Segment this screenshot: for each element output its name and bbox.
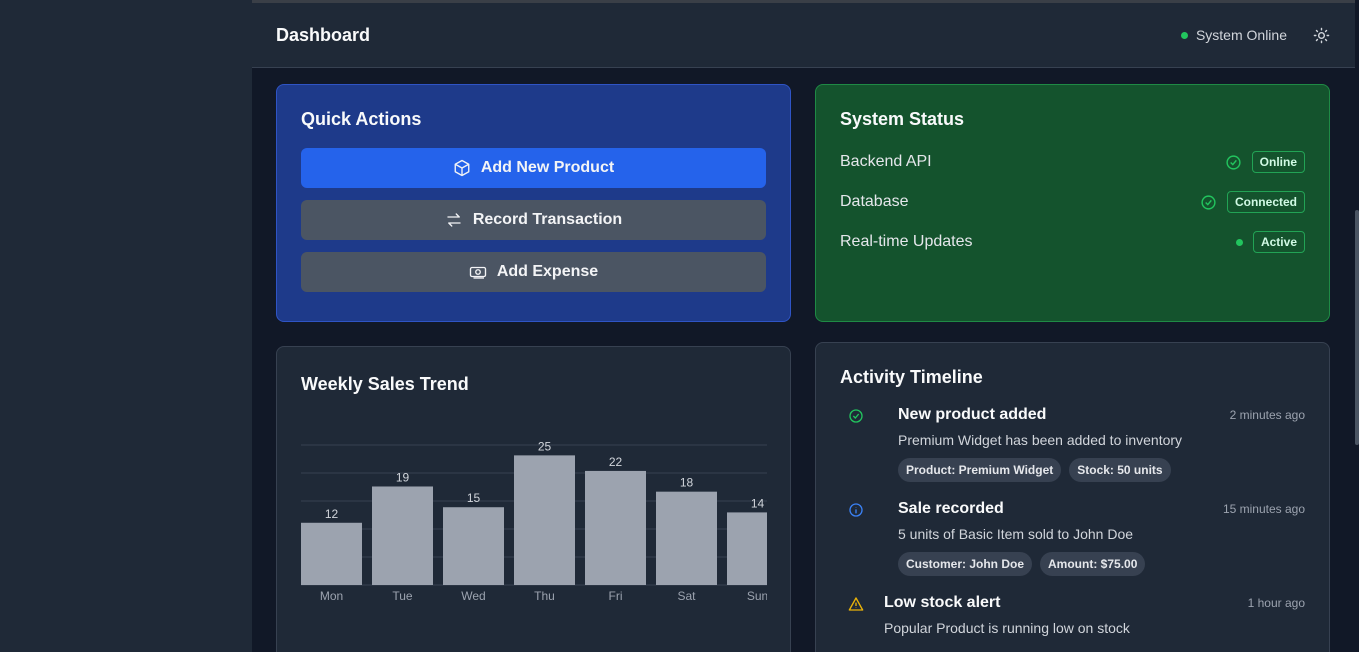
- chart-data-label: 15: [467, 491, 481, 505]
- chart-bar-thu[interactable]: [514, 455, 575, 585]
- scrollbar-thumb[interactable]: [1355, 210, 1359, 445]
- timeline-description: Premium Widget has been added to invento…: [898, 432, 1183, 448]
- timeline-time: 15 minutes ago: [1222, 502, 1305, 516]
- system-status-title: System Status: [840, 109, 965, 129]
- weekly-sales-title: Weekly Sales Trend: [301, 374, 469, 394]
- sidebar: [0, 0, 252, 652]
- system-online-label: System Online: [1195, 27, 1287, 43]
- chart-data-label: 25: [538, 439, 552, 453]
- warning-triangle-icon: [848, 597, 864, 611]
- chart-tick-label: Sun: [747, 589, 767, 603]
- active-dot-icon: [1235, 238, 1243, 246]
- cube-icon: [454, 159, 470, 177]
- system-status-card: System Status Backend API Online Databas…: [815, 84, 1330, 322]
- quick-actions-card: Quick Actions Add New Product Record Tra…: [276, 84, 791, 322]
- system-online-indicator: System Online: [1180, 27, 1287, 43]
- chart-bar-tue[interactable]: [372, 486, 433, 585]
- chart-data-label: 19: [396, 470, 410, 484]
- status-label: Real-time Updates: [840, 233, 973, 250]
- status-badge: Connected: [1226, 191, 1305, 213]
- record-transaction-label: Record Transaction: [472, 211, 623, 228]
- timeline-item: Sale recorded 15 minutes ago 5 units of …: [840, 500, 1305, 576]
- status-row-realtime-updates: Real-time Updates Active: [840, 222, 1305, 262]
- status-row-backend-api: Backend API Online: [840, 142, 1305, 182]
- top-header: Dashboard System Online: [252, 3, 1355, 68]
- chart-tick-label: Tue: [392, 589, 413, 603]
- status-label: Backend API: [840, 153, 932, 170]
- chart-data-label: 22: [609, 455, 623, 469]
- timeline-description: 5 units of Basic Item sold to John Doe: [898, 526, 1134, 542]
- page-title: Dashboard: [276, 24, 371, 45]
- chart-tick-label: Sat: [677, 589, 696, 603]
- activity-timeline-title: Activity Timeline: [840, 367, 983, 387]
- timeline-item: Low stock alert 1 hour ago Popular Produ…: [840, 594, 1305, 636]
- quick-actions-title: Quick Actions: [301, 109, 422, 129]
- chart-tick-label: Thu: [534, 589, 555, 603]
- timeline-title: New product added: [898, 406, 1047, 423]
- timeline-title: Sale recorded: [898, 500, 1004, 517]
- timeline-title: Low stock alert: [884, 594, 1001, 611]
- arrows-swap-icon: [447, 213, 461, 227]
- sales-chart-container: 12 Mon 19 Tue 15 Wed 25 Thu 22 Fri 18 Sat 14 Sun: [301, 425, 767, 615]
- check-circle-icon: [1226, 154, 1241, 170]
- page-scrollbar[interactable]: [1355, 0, 1359, 652]
- timeline-tag: Amount: $75.00: [1040, 552, 1146, 576]
- cash-icon: [469, 266, 486, 279]
- timeline-description: Popular Product is running low on stock: [884, 620, 1130, 636]
- chart-bar-fri[interactable]: [585, 470, 646, 585]
- add-expense-label: Add Expense: [496, 263, 599, 280]
- sales-bar-chart: 12 Mon 19 Tue 15 Wed 25 Thu 22 Fri 18 Sat 14 Sun: [301, 439, 767, 603]
- check-circle-icon: [1201, 194, 1216, 210]
- timeline-tag: Stock: 50 units: [1069, 458, 1171, 482]
- chart-bar-sun[interactable]: [727, 512, 767, 585]
- activity-timeline-card: Activity Timeline New product added 2 mi…: [815, 342, 1330, 652]
- chart-tick-label: Mon: [320, 589, 343, 603]
- chart-bar-mon[interactable]: [301, 522, 362, 585]
- info-circle-icon: [849, 503, 863, 517]
- status-row-database: Database Connected: [840, 182, 1305, 222]
- timeline-tag: Customer: John Doe: [898, 552, 1033, 576]
- timeline-tag: Product: Premium Widget: [898, 458, 1062, 482]
- check-circle-icon: [849, 409, 863, 423]
- status-badge: Active: [1252, 231, 1305, 253]
- chart-bar-wed[interactable]: [443, 507, 504, 585]
- chart-tick-label: Wed: [461, 589, 485, 603]
- add-new-product-label: Add New Product: [480, 159, 615, 176]
- add-new-product-button[interactable]: Add New Product: [301, 148, 766, 188]
- weekly-sales-card: Weekly Sales Trend 12 Mon 19 Tue 15 Wed 25 Thu 2…: [276, 346, 791, 652]
- chart-data-label: 18: [680, 476, 694, 490]
- chart-bar-sat[interactable]: [656, 491, 717, 585]
- sun-icon: [1313, 27, 1329, 43]
- timeline-time: 1 hour ago: [1247, 596, 1305, 610]
- online-dot-icon: [1180, 31, 1188, 39]
- status-label: Database: [840, 193, 909, 210]
- status-badge: Online: [1251, 151, 1305, 173]
- theme-toggle-button[interactable]: [1311, 25, 1331, 45]
- chart-data-label: 14: [751, 496, 765, 510]
- chart-data-label: 12: [325, 507, 339, 521]
- chart-tick-label: Fri: [609, 589, 623, 603]
- timeline-time: 2 minutes ago: [1229, 408, 1305, 422]
- timeline-item: New product added 2 minutes ago Premium …: [840, 406, 1305, 482]
- record-transaction-button[interactable]: Record Transaction: [301, 200, 766, 240]
- add-expense-button[interactable]: Add Expense: [301, 252, 766, 292]
